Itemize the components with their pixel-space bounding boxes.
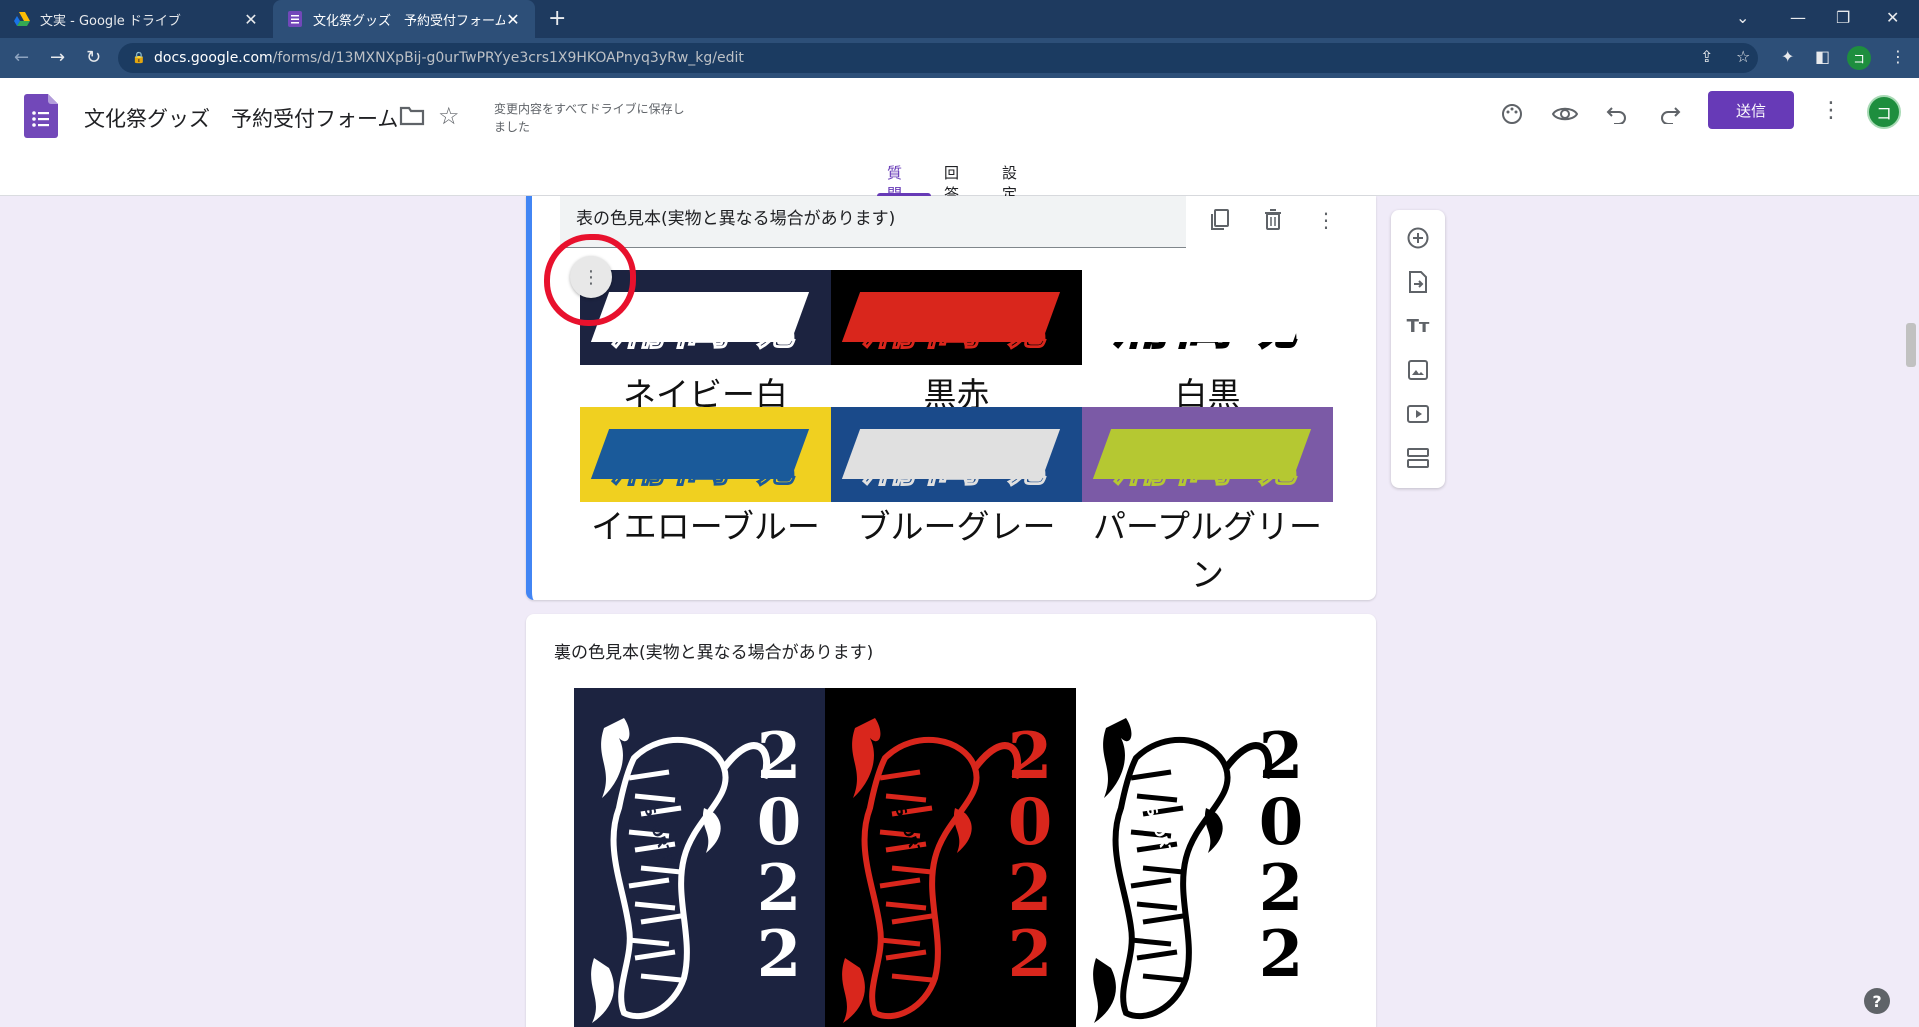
floating-toolbar: Tт (1391, 210, 1445, 488)
browser-tab-drive[interactable]: 文実 - Google ドライブ ✕ (0, 0, 273, 38)
browser-tab-form[interactable]: 文化祭グッズ 予約受付フォーム - G ✕ (273, 0, 535, 38)
year-digits: 2022 (1259, 719, 1304, 992)
image-item-card-back[interactable]: 裏の色見本(実物と異なる場合があります) 2 0 2 2 SPORTS 2 0 2 2 SPOR… (526, 614, 1376, 1027)
url-input[interactable]: 🔒 docs.google.com/forms/d/13MXNXpBij-g0u… (118, 43, 1758, 73)
tiger-white-black: 2 0 2 2 SPORTS (1076, 688, 1327, 1027)
swatch-label: ブルーグレー (857, 507, 1056, 546)
bookmark-star-icon[interactable]: ☆ (1736, 47, 1750, 66)
save-status-text: 変更内容をすべてドライブに保存しました (494, 102, 685, 134)
tab-search-icon[interactable]: ⌄ (1736, 8, 1749, 27)
lock-icon: 🔒 (132, 51, 146, 64)
undo-icon[interactable] (1601, 98, 1633, 130)
side-panel-icon[interactable]: ◧ (1815, 47, 1830, 66)
preview-eye-icon[interactable] (1549, 98, 1581, 130)
swatch-band (1092, 292, 1312, 342)
forms-header: 文化祭グッズ 予約受付フォーム ☆ 変更内容をすべてドライブに保存しました 送信… (0, 78, 1919, 203)
delete-icon[interactable] (1257, 204, 1289, 236)
send-button[interactable]: 送信 (1708, 91, 1794, 129)
redo-icon[interactable] (1654, 98, 1686, 130)
close-tab-icon[interactable]: ✕ (505, 10, 521, 29)
annotation-circle (544, 234, 636, 326)
close-tab-icon[interactable]: ✕ (243, 10, 259, 29)
add-question-icon[interactable] (1402, 222, 1434, 254)
import-questions-icon[interactable] (1402, 266, 1434, 298)
form-title[interactable]: 文化祭グッズ 予約受付フォーム (84, 103, 398, 133)
tiger-navy-white: 2 0 2 2 SPORTS (574, 688, 825, 1027)
move-to-folder-icon[interactable] (399, 105, 425, 127)
google-forms-logo-icon[interactable] (24, 94, 58, 138)
help-icon[interactable]: ? (1864, 988, 1890, 1014)
google-forms-icon (287, 11, 303, 27)
year-digit: 0 (1008, 785, 1053, 860)
share-icon[interactable]: ⇪ (1700, 47, 1713, 66)
google-drive-icon (14, 11, 30, 27)
year-digit: 2 (1259, 851, 1304, 926)
tiger-black-red: 2 0 2 2 SPORTS (825, 688, 1076, 1027)
account-avatar[interactable]: コ (1867, 95, 1901, 129)
card-more-options-icon[interactable]: ⋮ (1310, 204, 1342, 236)
reload-icon[interactable]: ↻ (86, 47, 101, 68)
profile-avatar-mini[interactable]: コ (1847, 46, 1871, 70)
tab-title: 文化祭グッズ 予約受付フォーム - G (313, 13, 505, 29)
swatch-band (590, 429, 810, 479)
swatch-label: イエローブルー (591, 507, 820, 546)
tiger-illustration: 2 0 2 2SPORTS (825, 688, 1076, 1027)
year-digit: 0 (757, 785, 802, 860)
year-digit: 2 (1008, 917, 1053, 992)
year-digit: 2 (1259, 917, 1304, 992)
swatch-white-black: 浦高魂 (1082, 270, 1333, 365)
image-title: 裏の色見本(実物と異なる場合があります) (554, 643, 874, 663)
year-digit: 0 (1259, 785, 1304, 860)
year-digit: 2 (757, 917, 802, 992)
url-path: /forms/d/13MXNXpBij-g0urTwPRYye3crs1X9HK… (272, 50, 744, 66)
swatch-black-red: 浦高魂 (831, 270, 1082, 365)
forward-icon[interactable]: → (50, 47, 65, 68)
swatch-band (841, 292, 1061, 342)
year-digit: 2 (1008, 851, 1053, 926)
year-digits: 2022 (1008, 719, 1053, 992)
year-digit: 2 (757, 719, 802, 794)
add-title-text-icon[interactable]: Tт (1402, 310, 1434, 342)
scrollbar-thumb[interactable] (1906, 323, 1916, 367)
address-bar: ← → ↻ 🔒 docs.google.com/forms/d/13MXNXpB… (0, 38, 1919, 78)
add-image-icon[interactable] (1402, 354, 1434, 386)
tiger-illustration: 2 0 2 2SPORTS (1076, 688, 1327, 1027)
add-video-icon[interactable] (1402, 398, 1434, 430)
swatch-blue-gray: 浦高魂 (831, 407, 1082, 502)
image-title-input[interactable]: 表の色見本(実物と異なる場合があります) (560, 196, 1186, 248)
browser-tab-bar: 文実 - Google ドライブ ✕ 文化祭グッズ 予約受付フォーム - G ✕… (0, 0, 1919, 38)
close-window-icon[interactable]: ✕ (1886, 8, 1899, 27)
year-digit: 2 (757, 851, 802, 926)
new-tab-icon[interactable]: + (548, 6, 566, 31)
add-section-icon[interactable] (1402, 442, 1434, 474)
tab-title: 文実 - Google ドライブ (40, 13, 181, 29)
year-digit: 2 (1259, 719, 1304, 794)
duplicate-icon[interactable] (1204, 204, 1236, 236)
browser-menu-icon[interactable]: ⋮ (1890, 47, 1906, 66)
swatch-band (841, 429, 1061, 479)
more-options-icon[interactable]: ⋮ (1820, 98, 1842, 123)
year-digits: 2022 (757, 719, 802, 992)
customize-theme-icon[interactable] (1496, 98, 1528, 130)
back-icon[interactable]: ← (14, 47, 29, 68)
swatch-band (1092, 429, 1312, 479)
swatch-label: パープルグリーン (1092, 507, 1323, 594)
extensions-icon[interactable]: ✦ (1781, 47, 1794, 66)
restore-icon[interactable]: ❐ (1836, 8, 1850, 27)
minimize-icon[interactable]: — (1790, 8, 1806, 27)
year-digit: 2 (1008, 719, 1053, 794)
swatch-yellow-blue: 浦高魂 (580, 407, 831, 502)
image-item-card-front[interactable]: 表の色見本(実物と異なる場合があります) ⋮ 浦高魂 浦高魂 浦高魂 ネイビー白… (526, 196, 1376, 600)
url-host: docs.google.com (154, 50, 273, 66)
tiger-illustration: 2 0 2 2SPORTS (574, 688, 825, 1027)
swatch-purple-green: 浦高魂 (1082, 407, 1333, 502)
star-icon[interactable]: ☆ (438, 102, 460, 130)
